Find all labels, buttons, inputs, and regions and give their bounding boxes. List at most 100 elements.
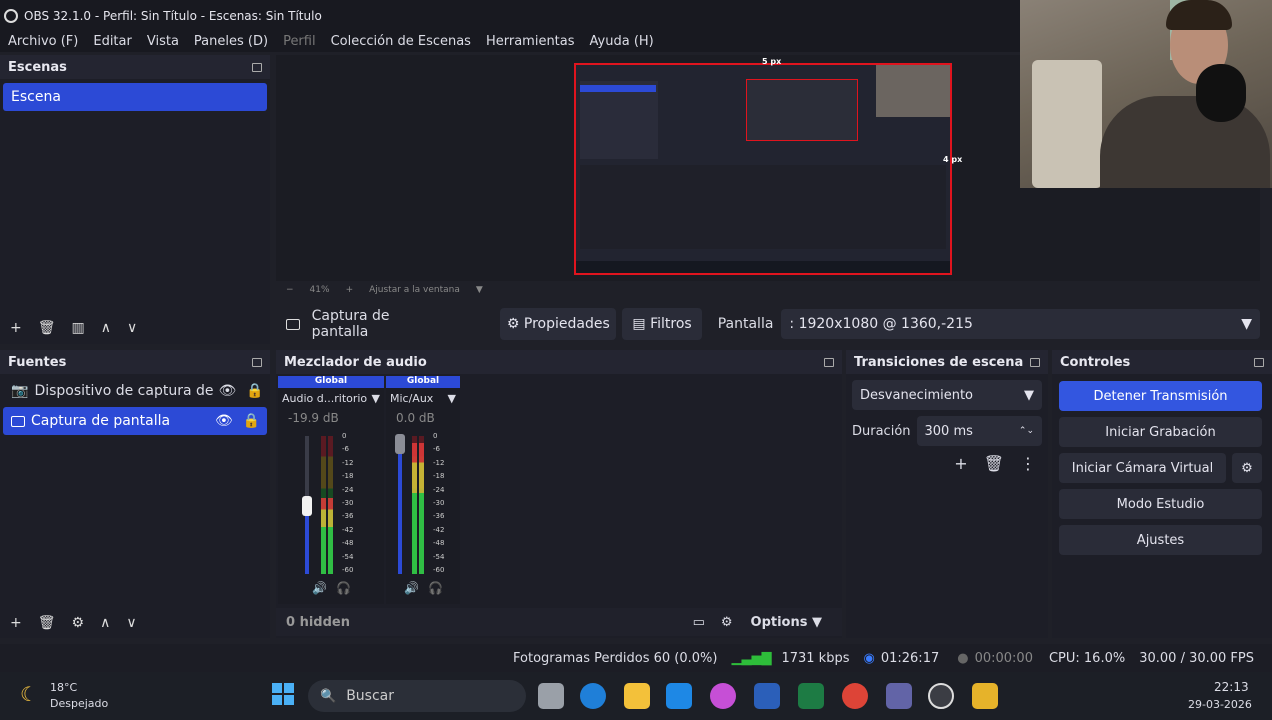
options-button[interactable]: Options ▼ [751, 615, 822, 630]
weather-desc[interactable]: Despejado [50, 697, 108, 710]
headphone-icon[interactable]: 🎧 [428, 581, 443, 595]
undock-icon[interactable] [1254, 357, 1264, 367]
meter-tick-label: -48 [433, 539, 445, 548]
zoom-in-icon[interactable]: + [346, 285, 354, 295]
copilot-icon[interactable] [710, 683, 736, 709]
scenes-title: Escenas [8, 59, 67, 75]
menu-coleccion[interactable]: Colección de Escenas [331, 34, 471, 49]
nested-taskbar [576, 261, 950, 273]
start-recording-button[interactable]: Iniciar Grabación [1059, 417, 1262, 447]
meter-tick-label: -12 [342, 458, 354, 467]
chrome-icon[interactable] [842, 683, 868, 709]
move-down-icon[interactable]: ∨ [127, 320, 137, 336]
obs-taskbar-icon[interactable] [928, 683, 954, 709]
add-source-icon[interactable]: + [10, 615, 22, 631]
stop-streaming-button[interactable]: Detener Transmisión [1059, 381, 1262, 411]
search-placeholder: Buscar [346, 688, 394, 704]
speaker-icon[interactable]: 🔊 [404, 581, 419, 595]
lock-icon[interactable]: 🔒 [246, 383, 263, 399]
properties-button[interactable]: ⚙ Propiedades [500, 308, 617, 340]
meter-scale: 0 -6 -12 -18 -24 -30 -36 -42 -48 -54 -60 [342, 432, 362, 574]
file-explorer-icon[interactable] [624, 683, 650, 709]
zoom-out-icon[interactable]: − [286, 285, 294, 295]
lock-icon[interactable]: 🔒 [243, 413, 260, 429]
source-item[interactable]: 📷 Dispositivo de captura de vide 👁 🔒 [3, 377, 267, 405]
weather-temp[interactable]: 18°C [50, 681, 77, 694]
mixer-channel: Global Audio d...ritorio ▼ -19.9 dB 0 -6 -1… [278, 376, 384, 604]
source-item[interactable]: Captura de pantalla 👁 🔒 [3, 407, 267, 435]
move-up-icon[interactable]: ∧ [101, 320, 111, 336]
virtual-camera-settings-icon[interactable]: ⚙ [1232, 453, 1262, 483]
menu-ayuda[interactable]: Ayuda (H) [590, 34, 654, 49]
more-options-icon[interactable]: ⋮ [1020, 454, 1036, 473]
volume-slider-handle[interactable] [395, 434, 405, 454]
clock-date[interactable]: 29-03-2026 [1188, 698, 1252, 711]
display-select[interactable]: : 1920x1080 @ 1360,-215 ▼ [781, 309, 1260, 339]
add-transition-icon[interactable]: + [954, 454, 967, 473]
menu-vista[interactable]: Vista [147, 34, 179, 49]
clock-time[interactable]: 22:13 [1214, 680, 1249, 694]
remove-source-icon[interactable]: 🗑 [38, 615, 56, 631]
app-icon[interactable] [972, 683, 998, 709]
channel-menu-icon[interactable]: ▼ [372, 392, 380, 405]
filters-scene-icon[interactable]: ▥ [72, 320, 85, 336]
meter-tick-label: -54 [342, 552, 354, 561]
taskbar-search[interactable]: 🔍 Buscar [308, 680, 526, 712]
scenes-toolbar: + 🗑 ▥ ∧ ∨ [0, 317, 270, 339]
undock-icon[interactable] [824, 357, 834, 367]
move-up-icon[interactable]: ∧ [100, 615, 110, 631]
layout-icon[interactable]: ▭ [693, 615, 705, 630]
word-icon[interactable] [754, 683, 780, 709]
fit-window-label[interactable]: Ajustar a la ventana [369, 285, 460, 295]
channel-name-row[interactable]: Mic/Aux ▼ [386, 388, 460, 405]
speaker-icon[interactable]: 🔊 [312, 581, 327, 595]
headphone-icon[interactable]: 🎧 [336, 581, 351, 595]
menu-editar[interactable]: Editar [93, 34, 132, 49]
channel-name-row[interactable]: Audio d...ritorio ▼ [278, 388, 384, 405]
undock-icon[interactable] [1030, 357, 1040, 367]
task-view-icon[interactable] [538, 683, 564, 709]
duration-spinbox[interactable]: 300 ms ⌃⌄ [916, 416, 1042, 446]
meter-tick-label: 0 [342, 432, 347, 440]
volume-slider-handle[interactable] [302, 496, 312, 516]
menu-herramientas[interactable]: Herramientas [486, 34, 575, 49]
channel-menu-icon[interactable]: ▼ [448, 392, 456, 405]
menu-paneles[interactable]: Paneles (D) [194, 34, 268, 49]
transition-select[interactable]: Desvanecimiento ▼ [852, 380, 1042, 410]
zoom-level: 41% [309, 285, 330, 295]
dropped-frames: Fotogramas Perdidos 60 (0.0%) [513, 650, 718, 666]
px-right-label: 4 px [943, 155, 963, 164]
menu-perfil[interactable]: Perfil [283, 34, 316, 49]
visibility-eye-icon[interactable]: 👁 [215, 413, 233, 429]
move-down-icon[interactable]: ∨ [126, 615, 136, 631]
remove-transition-icon[interactable]: 🗑 [984, 454, 1004, 473]
outlook-icon[interactable] [666, 683, 692, 709]
start-virtual-camera-button[interactable]: Iniciar Cámara Virtual [1059, 453, 1226, 483]
studio-mode-button[interactable]: Modo Estudio [1059, 489, 1262, 519]
monitor-icon [286, 318, 300, 330]
advanced-audio-icon[interactable]: ⚙ [721, 615, 733, 630]
fps: 30.00 / 30.00 FPS [1139, 650, 1254, 666]
settings-button[interactable]: Ajustes [1059, 525, 1262, 555]
camera-icon: 📷 [11, 383, 29, 399]
scene-item[interactable]: Escena [3, 83, 267, 111]
visibility-eye-icon[interactable]: 👁 [218, 383, 236, 399]
add-scene-icon[interactable]: + [10, 320, 22, 336]
volume-slider-track[interactable] [398, 436, 402, 574]
hidden-count[interactable]: 0 hidden [286, 615, 350, 630]
remove-scene-icon[interactable]: 🗑 [38, 320, 56, 336]
preview-screen-capture[interactable] [574, 63, 952, 275]
excel-icon[interactable] [798, 683, 824, 709]
windows-start-icon[interactable] [272, 683, 294, 705]
filters-button[interactable]: ▤ Filtros [622, 308, 702, 340]
edge-icon[interactable] [580, 683, 606, 709]
undock-icon[interactable] [252, 357, 262, 367]
menu-archivo[interactable]: Archivo (F) [8, 34, 78, 49]
teams-icon[interactable] [886, 683, 912, 709]
zoom-dropdown-icon[interactable]: ▼ [476, 285, 483, 295]
source-settings-icon[interactable]: ⚙ [72, 615, 85, 631]
meter-tick-label: -36 [342, 512, 354, 521]
undock-icon[interactable] [252, 62, 262, 72]
kbps: 1731 kbps [781, 650, 850, 666]
spin-arrows-icon[interactable]: ⌃⌄ [1019, 426, 1034, 436]
